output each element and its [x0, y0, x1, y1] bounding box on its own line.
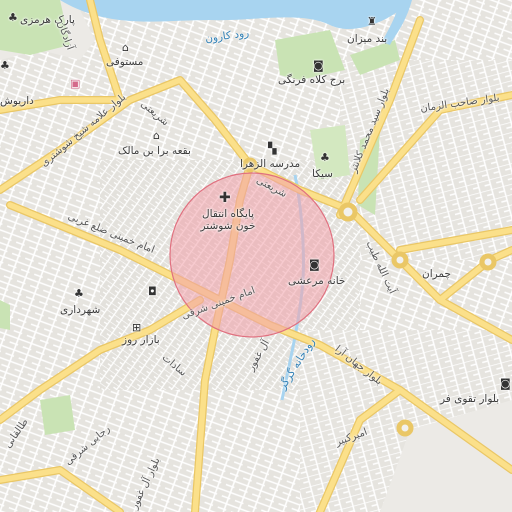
label-sika: سیکا [312, 168, 333, 180]
hospital-cross-icon[interactable]: ✚ [219, 191, 231, 205]
label-chamran: چمران [422, 268, 451, 280]
cart-icon[interactable]: ⊞ [132, 322, 141, 333]
label-khaneh-marashi: خانه مرعشی [288, 275, 346, 287]
museum-icon[interactable]: ⌂ [153, 130, 160, 141]
monument-icon[interactable]: ♜ [367, 16, 377, 27]
museum-icon[interactable]: ⌂ [122, 42, 129, 53]
map-view[interactable]: ♣ ♣ ⌂ ▣ ⌂ ▚ ♣ ♜ ◙ ✚ ◙ ♣ ◘ ⊞ ◙ پارک هرمزی… [0, 0, 512, 512]
tree-icon[interactable]: ♣ [0, 60, 10, 71]
label-madrese-zahra: مدرسه الزهرا [240, 158, 301, 170]
label-boqee: بقعه برا بن مالک [118, 145, 191, 157]
label-bazar-rooz: بازار روز [122, 334, 160, 346]
camera-icon[interactable]: ◙ [500, 378, 511, 389]
label-daryush: داریوش [0, 95, 34, 107]
camera-icon[interactable]: ◙ [309, 259, 320, 270]
label-borj: برج کلاه فرنگی [278, 74, 346, 86]
label-mostofi: مستوفی [106, 56, 144, 68]
tree-icon[interactable]: ♣ [320, 152, 330, 163]
label-shahrdari: شهرداری [60, 304, 101, 316]
label-band-mizan: بند میزان [347, 33, 388, 45]
tree-icon[interactable]: ♣ [74, 288, 84, 299]
shopping-bag-icon[interactable]: ◘ [148, 286, 157, 297]
label-blood-center: پایگاه انتقال خون شوشتر [200, 208, 256, 232]
label-taghavi: بلوار تقوی فر [440, 393, 500, 405]
camera-icon[interactable]: ◙ [313, 60, 324, 71]
tree-icon[interactable]: ♣ [8, 12, 18, 23]
school-icon[interactable]: ▚ [268, 143, 276, 154]
hospital-icon[interactable]: ▣ [70, 78, 80, 89]
